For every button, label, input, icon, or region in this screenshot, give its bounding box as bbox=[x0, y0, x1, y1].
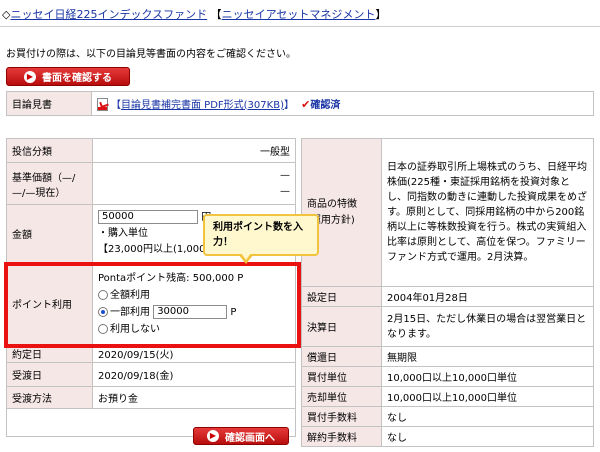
nav-price: — bbox=[280, 169, 290, 181]
sell-unit-label: 売却単位 bbox=[301, 386, 382, 407]
prospectus-label: 目論見書 bbox=[6, 91, 92, 116]
prospectus-status: 確認済 bbox=[310, 99, 341, 111]
buy-fee-value: なし bbox=[381, 406, 594, 427]
amount-input[interactable]: 50000 bbox=[98, 209, 198, 224]
nav-label: 基準価額（—/—/—現在） bbox=[6, 162, 93, 205]
redemption-date-label: 償還日 bbox=[301, 346, 382, 367]
nav-change: — bbox=[280, 185, 290, 197]
confirm-document-button[interactable]: ▶ 書面を確認する bbox=[6, 67, 130, 86]
fund-header: ◇ニッセイ日経225インデックスファンド 【ニッセイアセットマネジメント】 bbox=[2, 6, 386, 22]
settlement-date-value: 2020/09/18(金) bbox=[92, 362, 296, 387]
nav-value: — — bbox=[92, 162, 296, 205]
settlement-method-label: 受渡方法 bbox=[6, 386, 93, 409]
confirm-screen-label: 確認画面へ bbox=[225, 432, 275, 444]
fiscal-date-value: 2月15日、ただし休業日の場合は翌営業日となります。 bbox=[381, 306, 594, 347]
checkmark-icon: ✔ bbox=[301, 97, 311, 111]
confirm-document-label: 書面を確認する bbox=[42, 73, 112, 84]
fund-category-value: 一般型 bbox=[92, 138, 296, 163]
prospectus-bracket-open: 【 bbox=[111, 99, 121, 111]
points-callout: 利用ポイント数を入力！ bbox=[203, 214, 319, 256]
notice-text: お買付けの際は、以下の目論見等書面の内容をご確認ください。 bbox=[6, 49, 296, 60]
inception-date-label: 設定日 bbox=[301, 286, 382, 307]
header-divider bbox=[0, 26, 600, 27]
prospectus-bracket-close: 】 bbox=[283, 99, 294, 111]
arrow-right-icon: ▶ bbox=[24, 70, 36, 83]
sell-unit-value: 10,000口以上10,000口単位 bbox=[381, 386, 594, 407]
fund-name-link[interactable]: ニッセイ日経225インデックスファンド bbox=[10, 8, 207, 21]
buy-fee-label: 買付手数料 bbox=[301, 406, 382, 427]
fiscal-date-label: 決算日 bbox=[301, 306, 382, 347]
amount-label: 金額 bbox=[6, 204, 93, 263]
prospectus-value: 【目論見書補完書面 PDF形式(307KB)】 ✔確認済 bbox=[91, 91, 594, 116]
feature-label: 商品の特徴 (運用方針) bbox=[301, 138, 382, 287]
settlement-method-value: お預り金 bbox=[92, 386, 296, 409]
prospectus-table: 目論見書 【目論見書補完書面 PDF形式(307KB)】 ✔確認済 bbox=[6, 91, 594, 116]
confirm-screen-button[interactable]: ▶ 確認画面へ bbox=[193, 427, 289, 445]
company-link[interactable]: ニッセイアセットマネジメント bbox=[222, 8, 376, 21]
arrow-right-icon: ▶ bbox=[207, 430, 219, 442]
pdf-icon bbox=[97, 98, 108, 112]
buy-unit-label: 買付単位 bbox=[301, 366, 382, 387]
feature-text: 日本の証券取引所上場株式のうち、日経平均株価(225種・東証採用銘柄を投資対象と… bbox=[381, 138, 594, 287]
buy-unit-value: 10,000口以上10,000口単位 bbox=[381, 366, 594, 387]
sell-fee-value: なし bbox=[381, 426, 594, 447]
fund-info-table: 商品の特徴 (運用方針) 日本の証券取引所上場株式のうち、日経平均株価(225種… bbox=[301, 138, 594, 447]
sell-fee-label: 解約手数料 bbox=[301, 426, 382, 447]
fund-category-label: 投信分類 bbox=[6, 138, 93, 163]
header-bracket-open: 【 bbox=[210, 8, 222, 21]
redemption-date-value: 無期限 bbox=[381, 346, 594, 367]
points-highlight-frame bbox=[4, 262, 301, 348]
prospectus-pdf-link[interactable]: 目論見書補完書面 PDF形式(307KB) bbox=[121, 100, 284, 111]
inception-date-value: 2004年01月28日 bbox=[381, 286, 594, 307]
header-bracket-close: 】 bbox=[375, 8, 387, 21]
callout-tail-inner bbox=[241, 253, 251, 260]
settlement-date-label: 受渡日 bbox=[6, 362, 93, 387]
